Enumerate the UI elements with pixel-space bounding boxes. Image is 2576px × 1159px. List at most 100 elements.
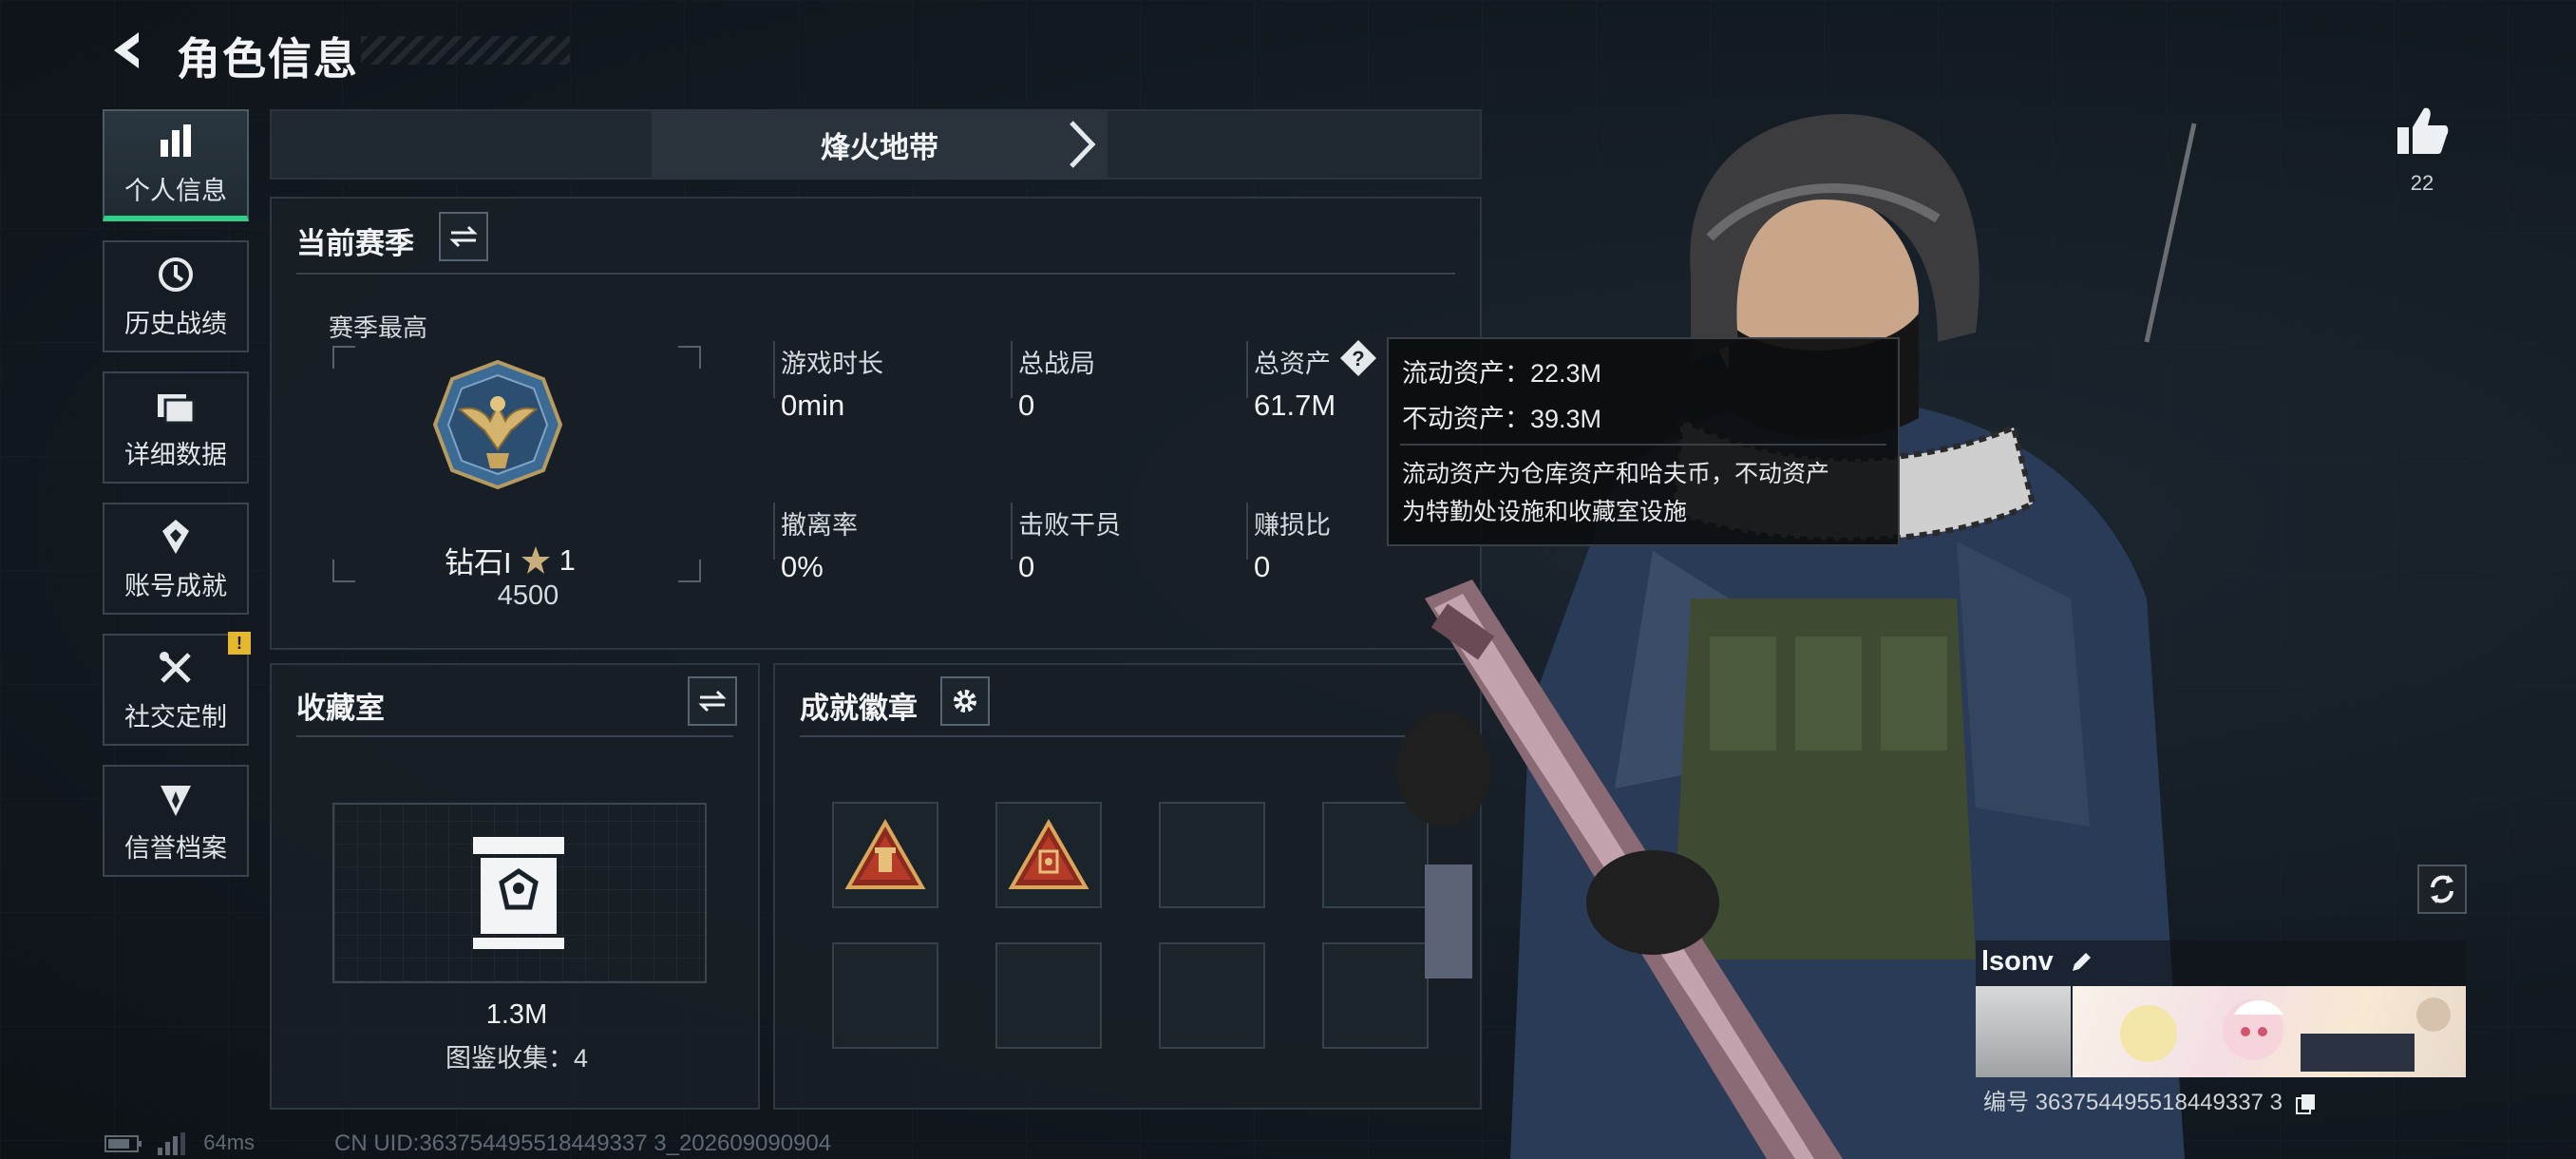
player-banner <box>2073 986 2466 1077</box>
player-id: 编号 363754495518449337 3 <box>1983 1083 2318 1116</box>
chevron-right-icon <box>1070 121 1096 168</box>
triangle-badge-icon <box>844 819 926 889</box>
nav-label: 信誉档案 <box>124 833 227 863</box>
like-button[interactable] <box>2394 104 2451 162</box>
nav-history[interactable]: 历史战绩 <box>103 240 249 352</box>
nav-social-custom[interactable]: ! 社交定制 <box>103 632 251 746</box>
divider <box>773 503 775 560</box>
gear-icon <box>954 690 976 712</box>
divider <box>773 341 775 398</box>
back-button[interactable] <box>104 27 152 74</box>
frame-corner <box>678 346 701 369</box>
frame-corner <box>332 560 355 582</box>
collection-count: 图鉴收集：4 <box>445 1044 589 1073</box>
season-switch-button[interactable] <box>439 212 488 261</box>
collection-switch-button[interactable] <box>688 676 737 726</box>
tooltip-desc-line: 流动资产为仓库资产和哈夫币，不动资产 <box>1402 461 1830 487</box>
folder-icon <box>155 385 197 427</box>
nav-achievements[interactable]: 账号成就 <box>103 503 249 615</box>
stat-value: 0min <box>781 389 845 422</box>
collection-panel: 收藏室 1.3M 图鉴收集：4 <box>270 663 760 1110</box>
stat-label: 游戏时长 <box>781 350 883 378</box>
divider <box>296 273 1455 275</box>
stat-label: 击败干员 <box>1018 511 1121 540</box>
nav-label: 历史战绩 <box>124 309 227 338</box>
thumbs-up-icon <box>2397 107 2449 154</box>
nav-label: 详细数据 <box>124 440 227 469</box>
divider <box>800 735 1455 737</box>
edit-pencil-icon[interactable] <box>2069 950 2093 975</box>
mode-switcher: 烽火地带 <box>270 109 1482 180</box>
stat-value: 0% <box>781 550 824 583</box>
stat-value: 0 <box>1018 389 1035 422</box>
title-decoration <box>361 36 570 65</box>
season-title: 当前赛季 <box>296 227 414 260</box>
badge-slot[interactable] <box>832 802 938 908</box>
anime-banner-art <box>2120 998 2451 1072</box>
vault-icon <box>473 837 564 949</box>
divider <box>296 735 733 737</box>
season-best-label: 赛季最高 <box>329 314 428 342</box>
stat-value: 0 <box>1018 550 1035 583</box>
ping-text: 64ms <box>203 1130 256 1154</box>
like-count: 22 <box>2410 171 2434 195</box>
nav-label: 个人信息 <box>124 176 227 205</box>
divider <box>1011 341 1013 398</box>
badge-slot-empty[interactable] <box>1159 802 1265 908</box>
next-mode-button[interactable] <box>1056 119 1108 170</box>
reputation-icon <box>155 778 197 820</box>
nav-label: 社交定制 <box>124 702 227 732</box>
svg-text:?: ? <box>1352 347 1364 370</box>
achievement-icon <box>155 516 197 558</box>
page-title: 角色信息 <box>177 34 359 84</box>
rotate-model-button[interactable] <box>2417 864 2467 914</box>
badge-slot[interactable] <box>995 802 1102 908</box>
badge-slot-empty[interactable] <box>832 942 938 1049</box>
copy-icon[interactable] <box>2295 1092 2318 1115</box>
player-name: lsonv <box>1981 946 2093 978</box>
divider <box>1246 341 1248 398</box>
warning-badge: ! <box>228 632 251 655</box>
frame-corner <box>332 346 355 369</box>
star-icon <box>521 545 550 574</box>
switch-arrows-icon <box>698 690 727 712</box>
rank-stars: 1 <box>559 542 576 577</box>
collection-preview[interactable] <box>332 803 707 983</box>
history-icon <box>155 254 197 295</box>
badge-slot-empty[interactable] <box>1159 942 1265 1049</box>
tooltip-desc-line: 为特勤处设施和收藏室设施 <box>1402 499 1688 525</box>
asset-tooltip: 流动资产：22.3M 不动资产：39.3M 流动资产为仓库资产和哈夫币，不动资产… <box>1387 337 1900 546</box>
stat-value: 0 <box>1254 550 1271 583</box>
nav-label: 账号成就 <box>124 571 227 600</box>
badge-slot-empty[interactable] <box>995 942 1102 1049</box>
tooltip-liquid-assets: 流动资产：22.3M <box>1402 359 1602 388</box>
player-photo <box>1976 986 2071 1077</box>
collection-title: 收藏室 <box>296 692 385 725</box>
badges-settings-button[interactable] <box>940 676 990 726</box>
back-arrow-icon <box>114 32 139 68</box>
badges-title: 成就徽章 <box>800 692 918 725</box>
divider <box>1400 444 1886 446</box>
player-id-text: 编号 363754495518449337 3 <box>1983 1090 2282 1115</box>
rank-display: 钻石I 1 <box>445 539 576 581</box>
divider <box>1011 503 1013 560</box>
stat-value: 61.7M <box>1254 389 1336 422</box>
nav-reputation[interactable]: 信誉档案 <box>103 765 249 877</box>
switch-arrows-icon <box>449 225 478 248</box>
player-name-text: lsonv <box>1981 946 2054 977</box>
status-indicators: 64ms <box>104 1130 256 1156</box>
rank-points: 4500 <box>497 580 559 611</box>
stat-label: 赚损比 <box>1254 511 1331 540</box>
nav-personal-info[interactable]: 个人信息 <box>103 109 249 221</box>
mode-name: 烽火地带 <box>652 111 1108 178</box>
season-panel: 当前赛季 赛季最高 钻石I 1 4500 游戏时长 0min 总战局 0 总资产… <box>270 197 1482 650</box>
signal-icon <box>158 1132 186 1156</box>
divider <box>1246 503 1248 560</box>
refresh-icon <box>2431 875 2453 903</box>
tools-icon <box>155 647 197 689</box>
sidebar-nav: 个人信息 历史战绩 详细数据 账号成就 ! 社交定制 信誉档案 <box>103 109 253 896</box>
nav-detail-data[interactable]: 详细数据 <box>103 371 249 484</box>
diamond-rank-emblem-icon <box>432 359 563 490</box>
rank-name: 钻石I <box>445 546 512 580</box>
stat-label: 总资产 <box>1254 350 1331 378</box>
